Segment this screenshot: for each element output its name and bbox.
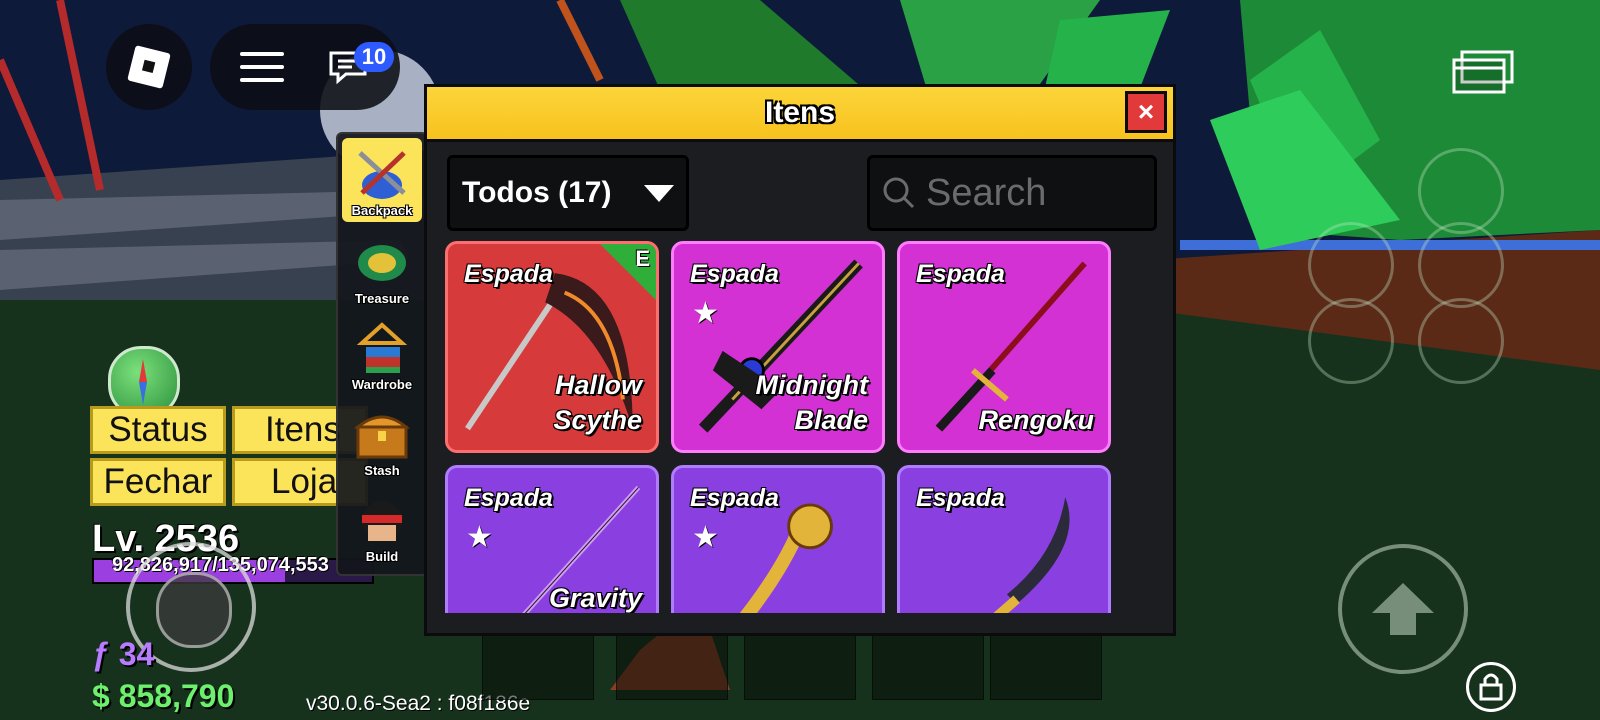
- ability-slot[interactable]: [1418, 222, 1504, 308]
- tab-treasure-label: Treasure: [354, 291, 410, 306]
- item-grid: Espada Hallow Scythe E Espada ★ Midnight…: [445, 241, 1155, 613]
- item-card[interactable]: Espada ★: [671, 465, 885, 613]
- inventory-titlebar: Itens ×: [427, 87, 1173, 142]
- chevron-down-icon: [644, 184, 674, 202]
- fechar-button[interactable]: Fechar: [90, 458, 226, 506]
- search-input[interactable]: [924, 170, 1148, 216]
- hotbar-slot[interactable]: [990, 628, 1102, 700]
- tab-backpack-label: Backpack: [351, 203, 413, 218]
- close-button[interactable]: ×: [1125, 91, 1167, 133]
- item-card[interactable]: Espada: [897, 465, 1111, 613]
- item-card[interactable]: Espada Hallow Scythe E: [445, 241, 659, 453]
- hamburger-menu-icon[interactable]: [240, 52, 284, 82]
- hotbar-slot[interactable]: [872, 628, 984, 700]
- tab-build[interactable]: Build: [342, 484, 422, 568]
- compass-needle-icon: [139, 359, 147, 405]
- search-icon: [883, 177, 915, 209]
- tab-wardrobe-label: Wardrobe: [351, 377, 413, 392]
- star-icon: ★: [466, 521, 493, 554]
- item-card[interactable]: Espada ★ Midnight Blade: [671, 241, 885, 453]
- hotbar-slot[interactable]: [744, 628, 856, 700]
- item-type: Espada: [464, 484, 553, 512]
- hotbar-slot[interactable]: [616, 628, 728, 700]
- ability-slot[interactable]: [1308, 222, 1394, 308]
- inventory-window: Itens × Todos (17) Espada Hallow Scythe …: [424, 84, 1176, 636]
- status-button[interactable]: Status: [90, 406, 226, 454]
- tab-treasure[interactable]: Treasure: [342, 226, 422, 310]
- item-type: Espada: [464, 260, 553, 288]
- screen-icon[interactable]: [1452, 50, 1514, 94]
- hotbar-slot[interactable]: [482, 628, 594, 700]
- jump-button[interactable]: [1338, 544, 1468, 674]
- treasure-chest-icon: [353, 415, 411, 459]
- item-type: Espada: [916, 260, 1005, 288]
- chat-notification-badge: 10: [354, 42, 394, 72]
- item-card[interactable]: Espada Rengoku: [897, 241, 1111, 453]
- inventory-title: Itens: [764, 96, 836, 129]
- category-dropdown-label: Todos (17): [462, 176, 612, 209]
- category-dropdown[interactable]: Todos (17): [447, 155, 689, 231]
- ability-slot[interactable]: [1418, 298, 1504, 384]
- arrow-up-icon: [1372, 583, 1434, 635]
- shift-lock-button[interactable]: [1466, 662, 1516, 712]
- ability-slot[interactable]: [1308, 298, 1394, 384]
- item-name: Rengoku: [978, 405, 1094, 435]
- item-name: Midnight Blade: [755, 370, 868, 435]
- avatar-icon: [362, 501, 402, 541]
- fragments-counter: ƒ 34: [92, 636, 155, 672]
- tab-wardrobe[interactable]: Wardrobe: [342, 312, 422, 396]
- topbar-pill: 10: [210, 24, 400, 110]
- tab-backpack[interactable]: Backpack: [342, 138, 422, 222]
- money-counter: $ 858,790: [92, 678, 235, 714]
- item-type: Espada: [690, 260, 779, 288]
- inventory-side-tabs: Backpack Treasure Wardrobe Stash Build: [336, 132, 428, 576]
- roblox-menu-button[interactable]: [106, 24, 192, 110]
- item-name: Hallow Scythe: [553, 370, 642, 435]
- backpack-icon: [358, 151, 406, 199]
- star-icon: ★: [692, 297, 719, 330]
- item-type: Espada: [916, 484, 1005, 512]
- wardrobe-icon: [356, 322, 408, 373]
- roblox-logo-icon: [127, 45, 171, 89]
- item-type: Espada: [690, 484, 779, 512]
- item-name: Gravity: [548, 583, 642, 613]
- item-card[interactable]: Espada ★ Gravity: [445, 465, 659, 613]
- treasure-icon: [358, 245, 406, 281]
- star-icon: ★: [692, 521, 719, 554]
- tab-build-label: Build: [365, 549, 399, 564]
- tab-stash-label: Stash: [364, 463, 400, 478]
- lock-icon: [1479, 673, 1503, 701]
- equipped-marker: E: [635, 246, 650, 271]
- search-box[interactable]: [867, 155, 1157, 231]
- tab-stash[interactable]: Stash: [342, 398, 422, 482]
- joystick-knob[interactable]: [156, 572, 232, 648]
